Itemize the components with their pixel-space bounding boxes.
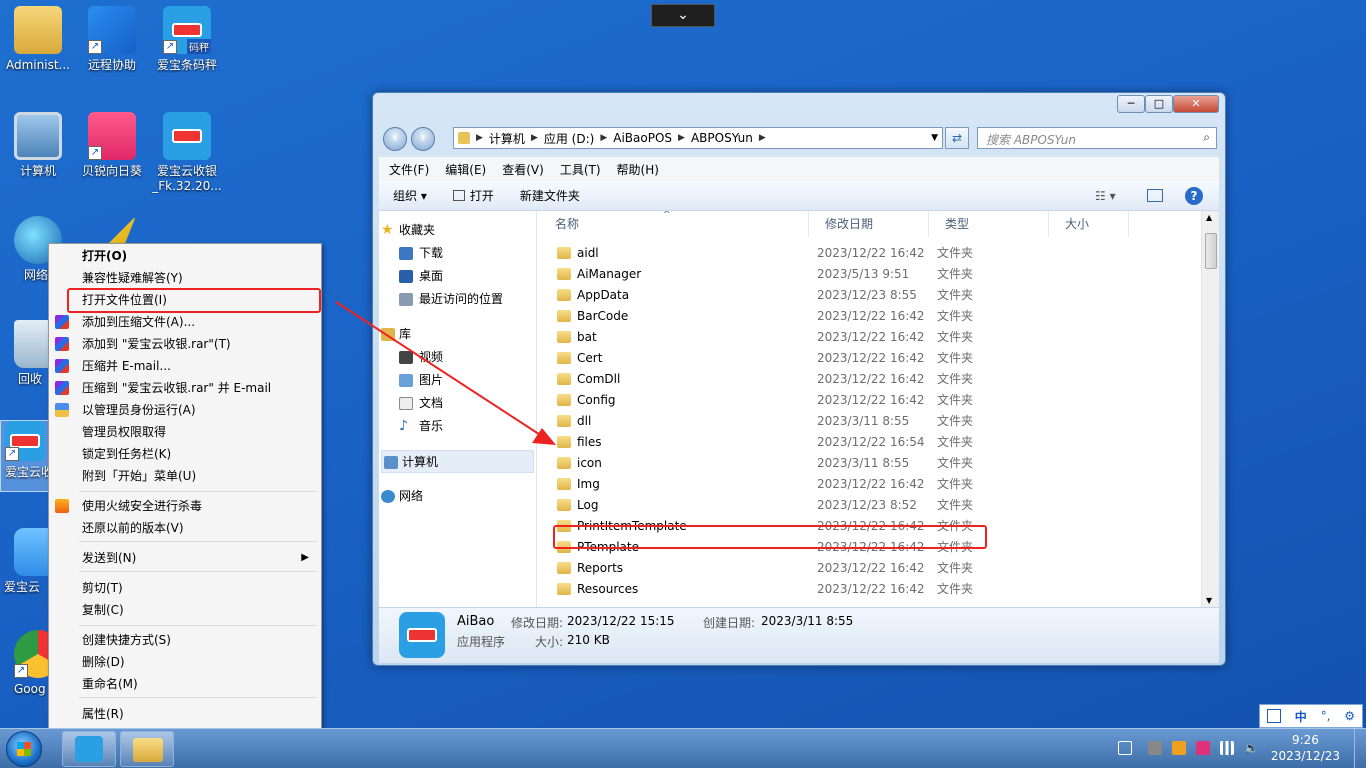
language-bar: 中 °, ⚙ [1259,704,1363,728]
context-menu-label: 管理员权限取得 [82,425,167,439]
context-menu-label: 剪切(T) [82,581,123,595]
windows-logo-icon [17,742,31,756]
submenu-arrow-icon: ▶ [301,552,309,563]
context-menu-item[interactable]: 剪切(T) [51,577,319,599]
context-menu-item[interactable]: 附到「开始」菜单(U) [51,465,319,487]
context-menu-label: 兼容性疑难解答(Y) [82,271,183,285]
taskbar-aibao-pos[interactable] [62,731,116,767]
context-menu-label: 附到「开始」菜单(U) [82,469,197,483]
context-menu-label: 添加到 "爱宝云收银.rar"(T) [82,337,231,351]
annotation-arrow-line [335,301,549,441]
clock-time: 9:26 [1291,733,1319,747]
context-menu-item[interactable]: 压缩并 E-mail... [51,355,319,377]
system-clock[interactable]: 9:26 2023/12/23 [1271,732,1340,764]
ime-mode-indicator[interactable]: 中 [1295,708,1307,725]
volume-icon[interactable]: 🔈 [1244,741,1259,755]
context-menu-item[interactable]: 锁定到任务栏(K) [51,443,319,465]
context-menu-item[interactable]: 属性(R) [51,703,319,725]
context-menu-label: 还原以前的版本(V) [82,521,184,535]
context-menu-label: 创建快捷方式(S) [82,633,171,647]
ime-settings-icon[interactable]: ⚙ [1344,709,1355,723]
ime-switch-icon[interactable] [1266,709,1281,723]
context-menu-item[interactable]: 添加到 "爱宝云收银.rar"(T) [51,333,319,355]
context-menu-label: 删除(D) [82,655,125,669]
context-menu-label: 锁定到任务栏(K) [82,447,172,461]
explorer-folder-icon [133,738,163,762]
menu-separator [79,541,317,542]
clock-date: 2023/12/23 [1270,749,1340,763]
rar-icon [55,381,69,395]
context-menu-item[interactable]: 以管理员身份运行(A) [51,399,319,421]
rar-icon [55,359,69,373]
context-menu-label: 复制(C) [82,603,124,617]
context-menu-item[interactable]: 删除(D) [51,651,319,673]
start-button[interactable] [6,731,42,767]
context-menu-label: 属性(R) [82,707,124,721]
context-menu-item[interactable]: 创建快捷方式(S) [51,629,319,651]
context-menu-label: 发送到(N) [82,551,137,565]
ime-tray-icon[interactable] [1196,741,1210,755]
uac-shield-icon [55,403,69,417]
context-menu-item[interactable]: 管理员权限取得 [51,421,319,443]
context-menu-label: 使用火绒安全进行杀毒 [82,499,203,513]
antivirus-tray-icon[interactable] [1148,741,1162,755]
menu-separator [79,625,317,626]
context-menu-item[interactable]: 重命名(M) [51,673,319,695]
context-menu: 打开(O) 兼容性疑难解答(Y) 打开文件位置(I) 添加到压缩文件(A)... 添加到… [48,243,322,729]
taskbar: 🔈 9:26 2023/12/23 [0,728,1366,768]
context-menu-item[interactable]: 还原以前的版本(V) [51,517,319,539]
context-menu-label: 以管理员身份运行(A) [82,403,196,417]
huorong-icon [55,499,69,513]
action-center-icon[interactable] [1118,741,1132,755]
context-menu-item[interactable]: 压缩到 "爱宝云收银.rar" 并 E-mail [51,377,319,399]
context-menu-label: 压缩并 E-mail... [82,359,171,373]
context-menu-item[interactable]: 添加到压缩文件(A)... [51,311,319,333]
rar-icon [55,337,69,351]
context-menu-item[interactable]: 使用火绒安全进行杀毒 [51,495,319,517]
context-menu-label: 添加到压缩文件(A)... [82,315,196,329]
menu-separator [79,697,317,698]
punctuation-mode-indicator[interactable]: °, [1321,709,1331,723]
menu-separator [79,571,317,572]
context-menu-label: 打开(O) [82,249,128,263]
shield-tray-icon[interactable] [1172,741,1186,755]
taskbar-explorer[interactable] [120,731,174,767]
rar-icon [55,315,69,329]
menu-separator [79,491,317,492]
context-menu-item[interactable]: 复制(C) [51,599,319,621]
context-menu-item[interactable]: 兼容性疑难解答(Y) [51,267,319,289]
context-menu-item[interactable]: 发送到(N) ▶ [51,547,319,569]
show-desktop-button[interactable] [1354,729,1366,768]
annotation-arrow-head [532,428,556,445]
context-menu-item[interactable]: 打开(O) [51,245,319,267]
highlight-box-open-file-location [67,288,321,313]
network-signal-icon[interactable] [1220,741,1234,755]
context-menu-label: 压缩到 "爱宝云收银.rar" 并 E-mail [82,381,272,395]
aibao-pos-icon [75,736,103,762]
context-menu-label: 重命名(M) [82,677,138,691]
